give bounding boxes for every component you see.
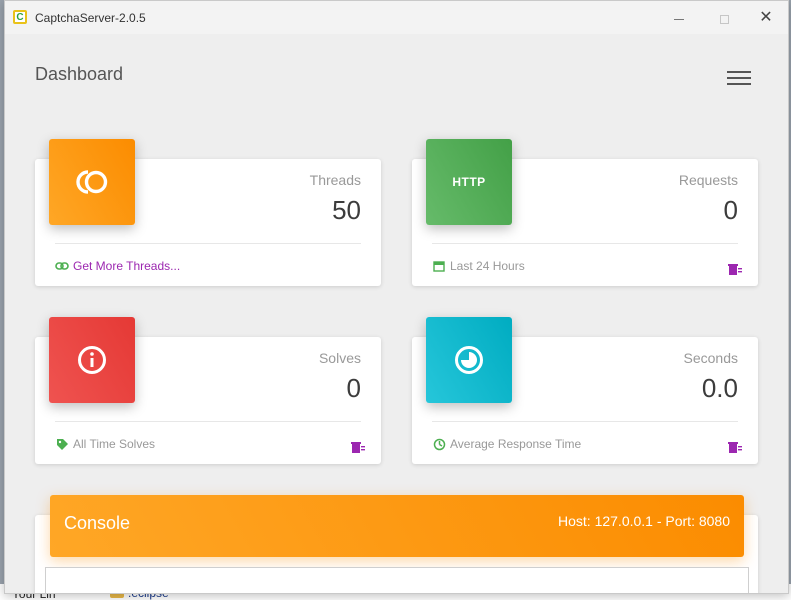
console-output[interactable] [45,567,749,593]
divider [432,243,738,244]
maximize-button[interactable] [710,8,738,28]
threads-card: Threads 50 Get More Threads... [35,139,381,286]
stopwatch-icon [432,437,446,451]
close-icon: ✕ [759,9,773,26]
co-icon [49,139,135,225]
requests-value: 0 [723,195,738,225]
tag-icon [55,437,69,451]
get-more-threads-link[interactable]: Get More Threads... [55,259,180,273]
seconds-footer: Average Response Time [432,437,581,451]
seconds-card: Seconds 0.0 Average Response Time [412,317,758,464]
timer-icon [426,317,512,403]
solves-label: Solves [318,350,361,366]
requests-label: Requests [678,172,738,188]
threads-value: 50 [332,195,361,225]
seconds-value: 0.0 [701,373,738,403]
http-icon: HTTP [426,139,512,225]
calendar-icon [432,259,446,273]
app-window: C CaptchaServer-2.0.5 ✕ Dashboard Thread… [4,0,789,594]
requests-card: HTTP Requests 0 Last 24 Hours [412,139,758,286]
minimize-button[interactable] [665,8,693,28]
seconds-label: Seconds [683,350,738,366]
solves-card: Solves 0 All Time Solves [35,317,381,464]
clear-requests-icon[interactable] [728,263,742,275]
window-title: CaptchaServer-2.0.5 [35,11,146,25]
solves-footer: All Time Solves [55,437,155,451]
close-button[interactable]: ✕ [752,8,780,28]
console-title: Console [64,513,131,533]
divider [432,421,738,422]
info-icon [49,317,135,403]
console-host-port: Host: 127.0.0.1 - Port: 8080 [558,513,730,529]
page-title: Dashboard [35,64,124,84]
console-header: Console Host: 127.0.0.1 - Port: 8080 [50,495,744,557]
divider [55,243,361,244]
link-icon [55,259,69,273]
threads-label: Threads [309,172,361,188]
app-icon: C [13,10,27,24]
minimize-icon [674,18,684,20]
maximize-icon [719,14,729,24]
solves-value: 0 [346,373,361,403]
requests-footer: Last 24 Hours [432,259,525,273]
clear-solves-icon[interactable] [351,441,365,453]
title-bar[interactable]: C CaptchaServer-2.0.5 ✕ [5,1,788,34]
divider [55,421,361,422]
clear-seconds-icon[interactable] [728,441,742,453]
hamburger-menu-button[interactable] [727,71,753,89]
